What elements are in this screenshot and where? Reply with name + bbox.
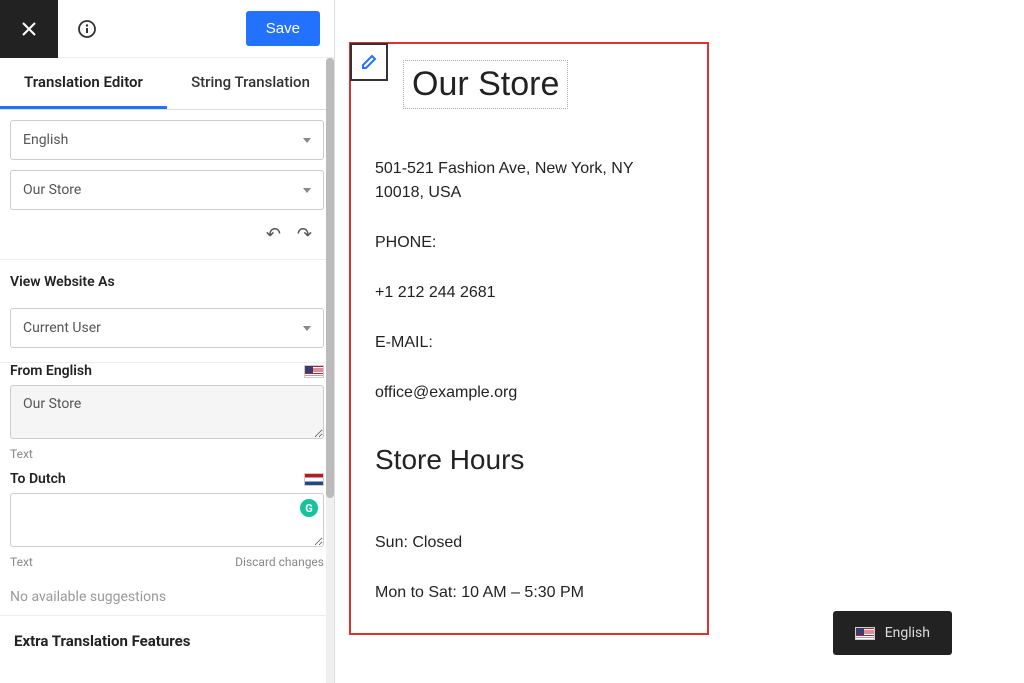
target-textarea[interactable] xyxy=(10,493,324,547)
grammarly-icon: G xyxy=(300,499,318,517)
discard-changes-link[interactable]: Discard changes xyxy=(235,555,324,569)
close-button[interactable] xyxy=(0,0,58,58)
source-type: Text xyxy=(10,447,33,461)
sidebar: Save Translation Editor String Translati… xyxy=(0,0,335,683)
string-select[interactable]: Our Store xyxy=(10,170,324,210)
tabs: Translation Editor String Translation xyxy=(0,58,334,110)
topbar: Save xyxy=(0,0,334,58)
flag-us-icon xyxy=(855,627,875,640)
language-switcher[interactable]: English xyxy=(833,611,952,655)
edit-block-button[interactable] xyxy=(350,43,388,81)
source-textarea xyxy=(10,385,324,439)
string-select-value: Our Store xyxy=(23,182,81,198)
tab-string-translation[interactable]: String Translation xyxy=(167,58,334,109)
target-type: Text xyxy=(10,555,33,569)
chevron-down-icon xyxy=(303,326,311,331)
preview-pane: Our Store 501-521 Fashion Ave, New York,… xyxy=(335,0,1024,683)
chevron-down-icon xyxy=(303,188,311,193)
page-title[interactable]: Our Store xyxy=(403,60,568,109)
suggestions-text: No available suggestions xyxy=(0,579,334,615)
source-label: From English xyxy=(10,363,92,379)
info-button[interactable] xyxy=(58,0,116,58)
view-as-select[interactable]: Current User xyxy=(10,308,324,348)
view-as-value: Current User xyxy=(23,320,101,336)
view-as-section: View Website As Current User xyxy=(0,260,334,363)
language-switcher-label: English xyxy=(885,625,930,641)
email-text[interactable]: office@example.org xyxy=(375,381,683,405)
flag-us-icon xyxy=(304,365,324,378)
chevron-down-icon xyxy=(303,138,311,143)
translation-fields: From English Text To Dutch G Text Discar… xyxy=(0,363,334,615)
language-select-value: English xyxy=(23,132,68,148)
address-text[interactable]: 501-521 Fashion Ave, New York, NY 10018,… xyxy=(375,157,683,205)
phone-label[interactable]: PHONE: xyxy=(375,231,683,255)
view-as-label: View Website As xyxy=(0,260,334,298)
pencil-icon xyxy=(360,53,378,71)
hours-heading[interactable]: Store Hours xyxy=(375,439,683,481)
hours-week[interactable]: Mon to Sat: 10 AM – 5:30 PM xyxy=(375,581,683,605)
redo-button[interactable]: ↷ xyxy=(297,224,312,245)
save-button[interactable]: Save xyxy=(246,11,320,46)
undo-button[interactable]: ↶ xyxy=(266,224,281,245)
tab-translation-editor[interactable]: Translation Editor xyxy=(0,58,167,109)
phone-text[interactable]: +1 212 244 2681 xyxy=(375,281,683,305)
scrollbar[interactable] xyxy=(326,58,334,683)
flag-nl-icon xyxy=(304,473,324,486)
close-icon xyxy=(20,20,38,38)
target-label: To Dutch xyxy=(10,471,66,487)
email-label[interactable]: E-MAIL: xyxy=(375,331,683,355)
extra-features-heading: Extra Translation Features xyxy=(0,616,334,666)
hours-sunday[interactable]: Sun: Closed xyxy=(375,531,683,555)
info-icon xyxy=(77,19,97,39)
selected-block[interactable]: Our Store 501-521 Fashion Ave, New York,… xyxy=(349,42,709,635)
language-select[interactable]: English xyxy=(10,120,324,160)
language-section: English Our Store ↶ ↷ xyxy=(0,110,334,260)
